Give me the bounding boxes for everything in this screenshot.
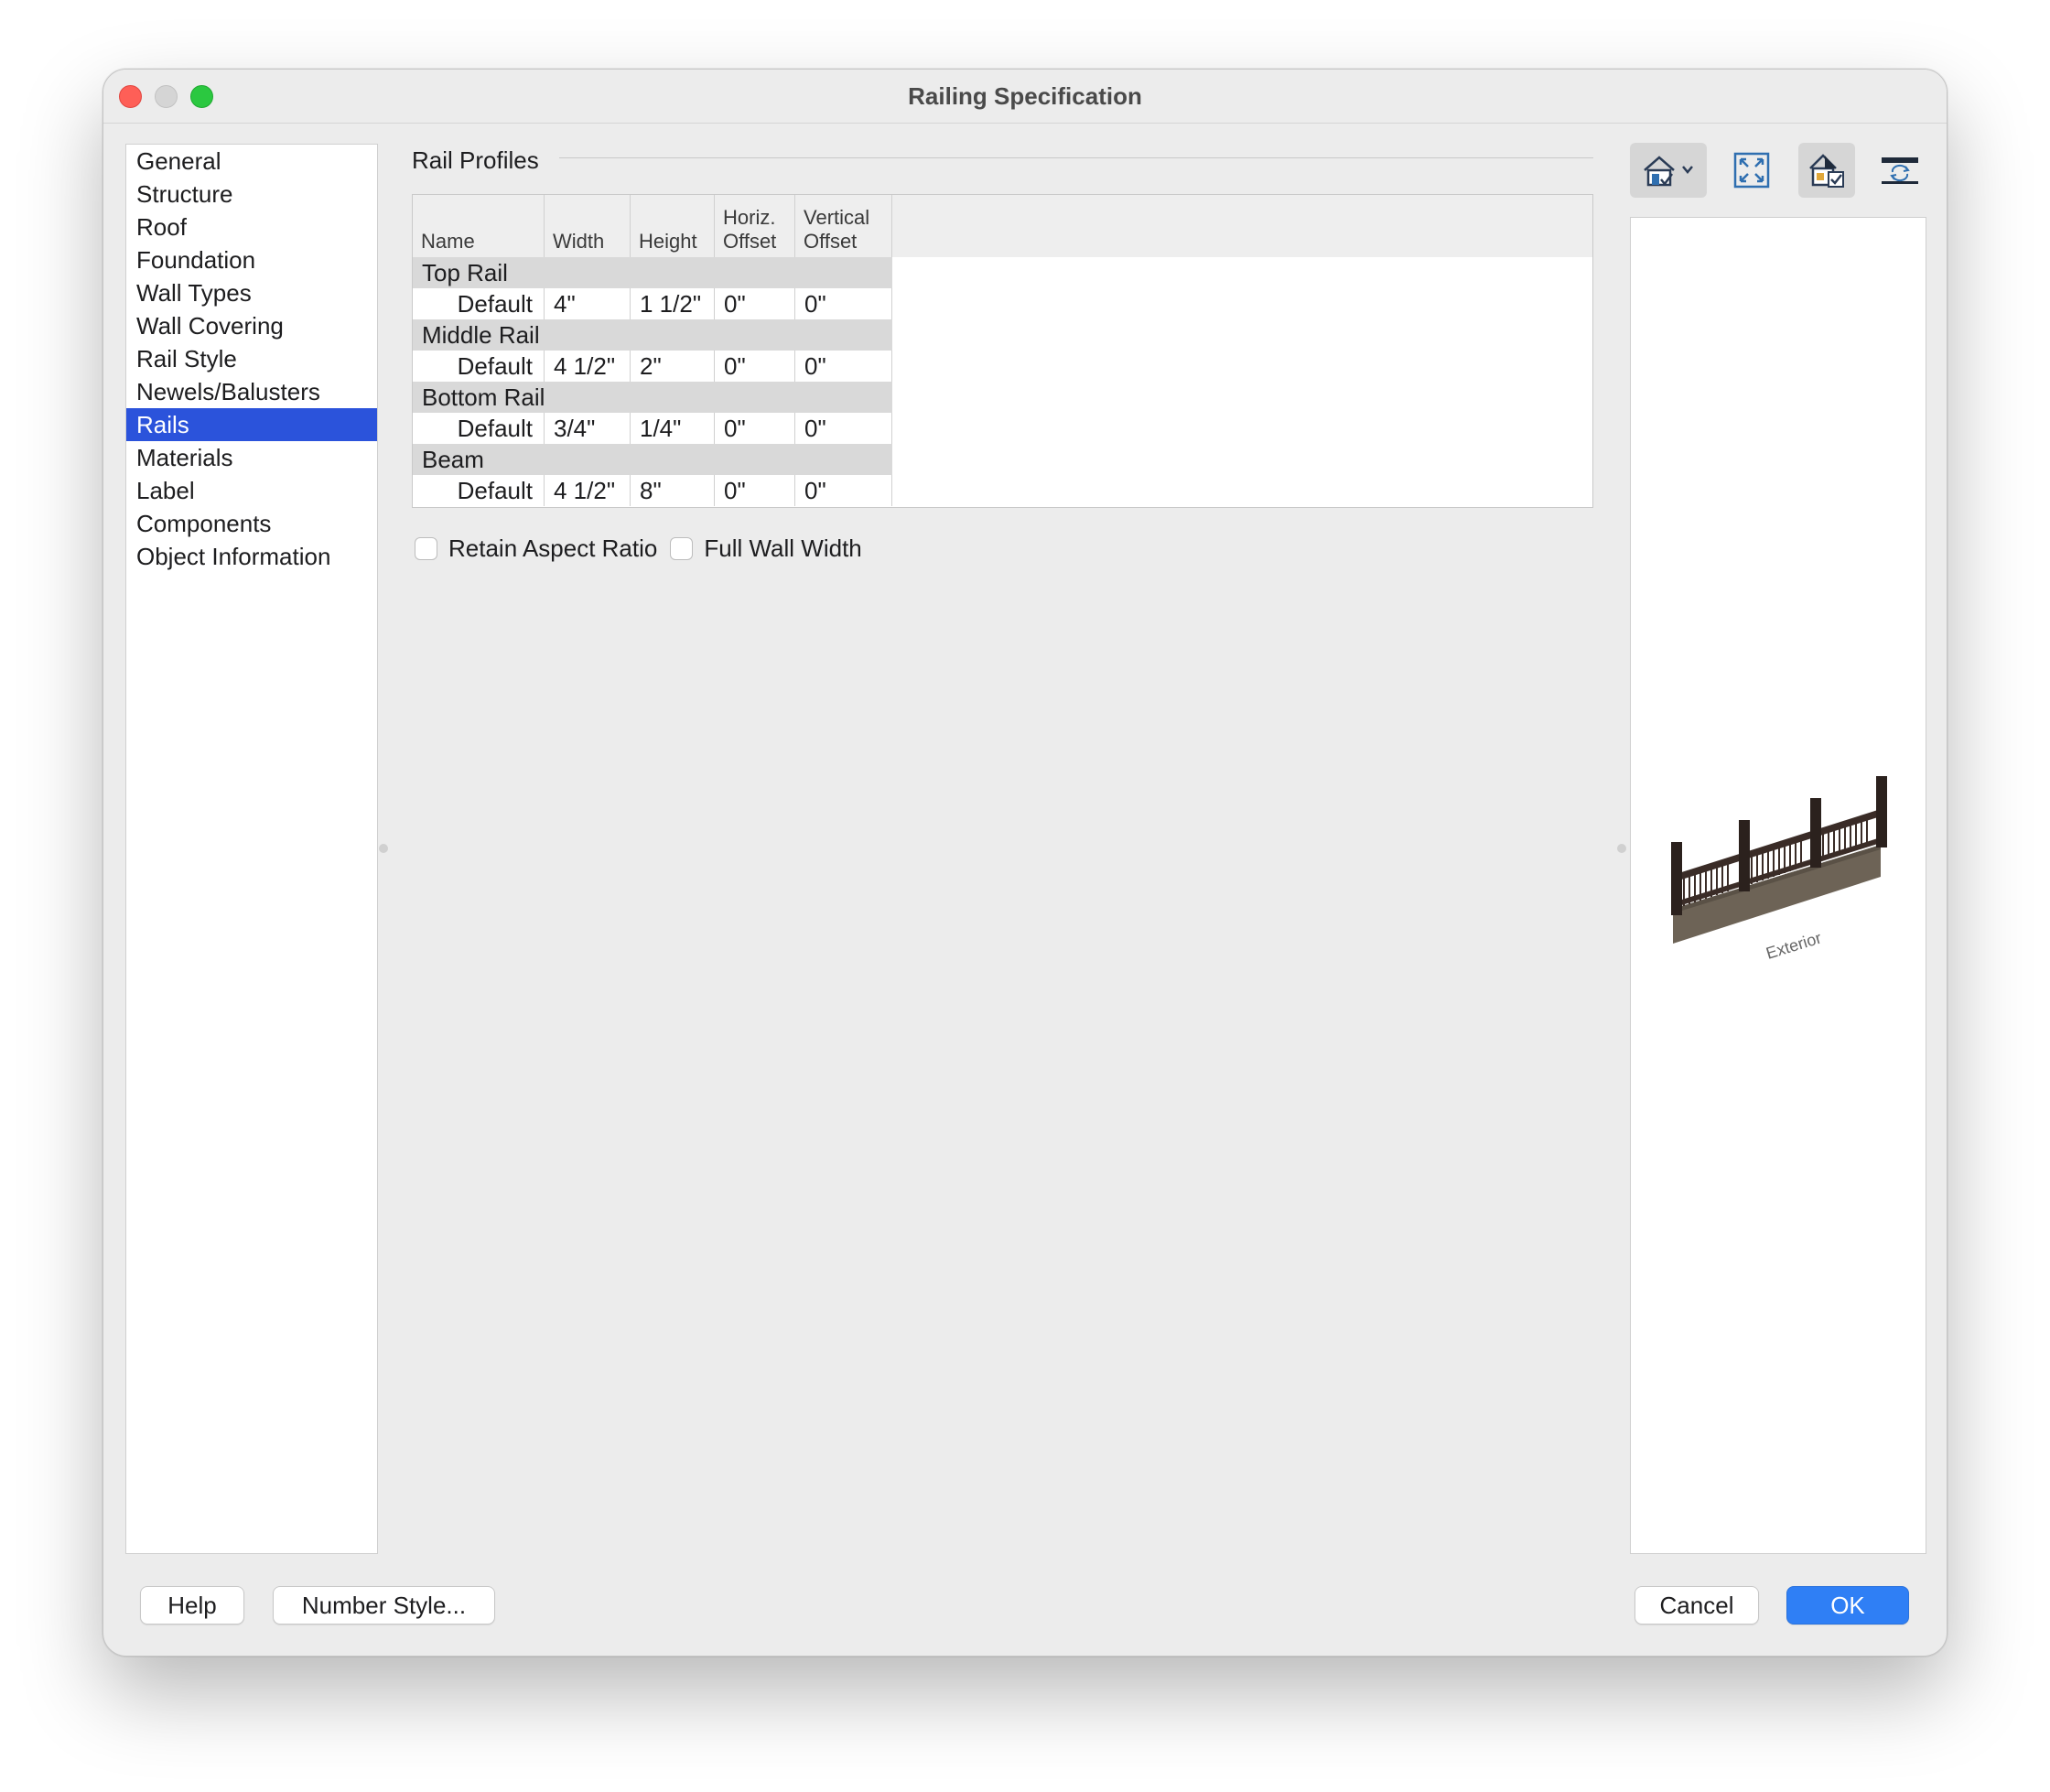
sidebar-item-materials[interactable]: Materials bbox=[126, 441, 377, 474]
exterior-label: Exterior bbox=[1764, 929, 1823, 963]
cell-height[interactable]: 8" bbox=[631, 475, 715, 506]
cell-horiz-offset[interactable]: 0" bbox=[715, 413, 795, 444]
sidebar-item-wall-types[interactable]: Wall Types bbox=[126, 276, 377, 309]
rail-profiles-heading: Rail Profiles bbox=[412, 146, 539, 174]
show-preview-icon bbox=[1809, 154, 1844, 188]
table-row[interactable]: Default 4" 1 1/2" 0" 0" bbox=[413, 288, 892, 319]
show-preview-button[interactable] bbox=[1798, 143, 1855, 198]
column-header-height[interactable]: Height bbox=[631, 195, 715, 257]
ok-button[interactable]: OK bbox=[1786, 1586, 1909, 1625]
number-style-button[interactable]: Number Style... bbox=[273, 1586, 495, 1625]
sidebar-item-newels-balusters[interactable]: Newels/Balusters bbox=[126, 375, 377, 408]
fill-window-button[interactable] bbox=[1723, 143, 1780, 198]
sidebar-item-rails[interactable]: Rails bbox=[126, 408, 377, 441]
section-divider bbox=[559, 157, 1593, 158]
sidebar-item-components[interactable]: Components bbox=[126, 507, 377, 540]
sidebar-item-general[interactable]: General bbox=[126, 145, 377, 178]
table-row[interactable]: Default 4 1/2" 2" 0" 0" bbox=[413, 351, 892, 382]
group-row-top-rail[interactable]: Top Rail bbox=[413, 257, 892, 288]
cell-vertical-offset[interactable]: 0" bbox=[795, 351, 892, 382]
right-splitter-handle[interactable] bbox=[1617, 844, 1626, 853]
3d-view-dropdown-icon bbox=[1644, 156, 1693, 187]
railing-specification-dialog: Railing Specification General Structure … bbox=[102, 69, 1948, 1657]
fill-window-icon bbox=[1733, 152, 1770, 189]
left-splitter-handle[interactable] bbox=[379, 844, 388, 853]
table-header: Name Width Height Horiz. Offset Vertical… bbox=[413, 195, 1592, 257]
checkbox-label[interactable]: Retain Aspect Ratio bbox=[448, 534, 657, 563]
column-header-width[interactable]: Width bbox=[545, 195, 631, 257]
cell-name[interactable]: Default bbox=[413, 413, 545, 444]
retain-aspect-ratio-checkbox[interactable]: Retain Aspect Ratio bbox=[415, 534, 657, 563]
cell-name[interactable]: Default bbox=[413, 288, 545, 319]
cell-height[interactable]: 2" bbox=[631, 351, 715, 382]
column-header-name[interactable]: Name bbox=[413, 195, 545, 257]
cell-width[interactable]: 4 1/2" bbox=[545, 351, 631, 382]
table-row[interactable]: Default 4 1/2" 8" 0" 0" bbox=[413, 475, 892, 506]
sidebar-item-object-information[interactable]: Object Information bbox=[126, 540, 377, 573]
railing-preview-image: Exterior bbox=[1671, 776, 1887, 963]
refresh-preview-icon bbox=[1882, 157, 1918, 184]
sidebar-item-rail-style[interactable]: Rail Style bbox=[126, 342, 377, 375]
sidebar-item-label[interactable]: Label bbox=[126, 474, 377, 507]
table-row[interactable]: Default 3/4" 1/4" 0" 0" bbox=[413, 413, 892, 444]
profile-options: Retain Aspect Ratio Full Wall Width bbox=[415, 534, 875, 563]
window-title: Railing Specification bbox=[908, 82, 1142, 110]
cell-horiz-offset[interactable]: 0" bbox=[715, 288, 795, 319]
full-wall-width-checkbox[interactable]: Full Wall Width bbox=[670, 534, 862, 563]
column-header-vertical-offset[interactable]: Vertical Offset bbox=[795, 195, 892, 257]
sidebar-item-wall-covering[interactable]: Wall Covering bbox=[126, 309, 377, 342]
checkbox-box[interactable] bbox=[670, 537, 694, 560]
cell-width[interactable]: 4 1/2" bbox=[545, 475, 631, 506]
group-row-beam[interactable]: Beam bbox=[413, 444, 892, 475]
column-header-horiz-offset[interactable]: Horiz. Offset bbox=[715, 195, 795, 257]
cell-name[interactable]: Default bbox=[413, 351, 545, 382]
sidebar-item-structure[interactable]: Structure bbox=[126, 178, 377, 211]
cell-vertical-offset[interactable]: 0" bbox=[795, 288, 892, 319]
title-bar: Railing Specification bbox=[103, 70, 1947, 124]
cell-height[interactable]: 1/4" bbox=[631, 413, 715, 444]
cell-name[interactable]: Default bbox=[413, 475, 545, 506]
group-row-bottom-rail[interactable]: Bottom Rail bbox=[413, 382, 892, 413]
3d-view-dropdown-button[interactable] bbox=[1630, 143, 1707, 198]
cancel-button[interactable]: Cancel bbox=[1635, 1586, 1759, 1625]
category-list: General Structure Roof Foundation Wall T… bbox=[125, 144, 378, 1554]
cell-width[interactable]: 3/4" bbox=[545, 413, 631, 444]
group-row-middle-rail[interactable]: Middle Rail bbox=[413, 319, 892, 351]
rail-profiles-table: Name Width Height Horiz. Offset Vertical… bbox=[412, 194, 1593, 508]
help-button[interactable]: Help bbox=[140, 1586, 244, 1625]
sidebar-item-roof[interactable]: Roof bbox=[126, 211, 377, 243]
3d-preview-pane[interactable]: Exterior bbox=[1630, 217, 1926, 1554]
cell-vertical-offset[interactable]: 0" bbox=[795, 413, 892, 444]
refresh-preview-button[interactable] bbox=[1872, 143, 1928, 198]
checkbox-box[interactable] bbox=[415, 537, 437, 560]
sidebar-item-foundation[interactable]: Foundation bbox=[126, 243, 377, 276]
cell-vertical-offset[interactable]: 0" bbox=[795, 475, 892, 506]
cell-horiz-offset[interactable]: 0" bbox=[715, 475, 795, 506]
cell-horiz-offset[interactable]: 0" bbox=[715, 351, 795, 382]
cell-width[interactable]: 4" bbox=[545, 288, 631, 319]
checkbox-label[interactable]: Full Wall Width bbox=[704, 534, 861, 563]
cell-height[interactable]: 1 1/2" bbox=[631, 288, 715, 319]
